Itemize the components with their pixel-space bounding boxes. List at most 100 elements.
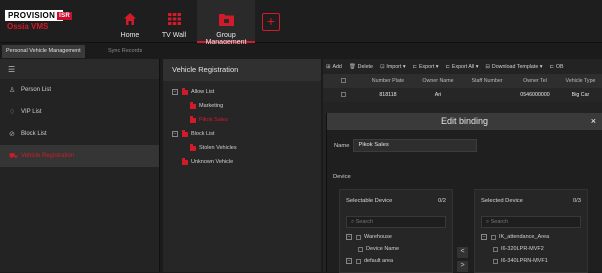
close-icon[interactable]: ×	[591, 113, 596, 130]
column-header[interactable]: Number Plate	[363, 78, 413, 84]
device-node-label: I6-320LPR-MVF2	[501, 246, 544, 252]
device-node-i6-340lprn[interactable]: I6-340LPRN-MVF1	[475, 255, 587, 267]
sidebar-item-block-list[interactable]: ⊘ Block List	[0, 123, 159, 145]
export-all-button[interactable]: ⊏ Export All ▾	[445, 64, 478, 70]
tree-node-label: Stolen Vehicles	[199, 145, 237, 151]
edit-binding-dialog: Edit binding × Name Pikok Sales Device S…	[326, 113, 602, 273]
tree-node-label: Marketing	[199, 103, 224, 109]
selectable-search-input[interactable]: ⌕ Search	[346, 216, 446, 228]
menu-icon[interactable]: ☰	[8, 65, 15, 74]
select-all-checkbox[interactable]	[323, 77, 363, 85]
tab-personal-vehicle-management[interactable]: Personal Vehicle Management	[2, 45, 85, 58]
tree-node-stolen-vehicles[interactable]: Stolen Vehicles	[163, 141, 321, 155]
selectable-device-box: Selectable Device 0/2 ⌕ Search − Warehou…	[339, 189, 453, 273]
add-module-button[interactable]: +	[262, 13, 280, 31]
export-icon: ⊏	[412, 63, 417, 70]
column-header[interactable]: Vehicle Type	[559, 78, 602, 84]
tree-title: Vehicle Registration	[163, 59, 321, 81]
selected-search-input[interactable]: ⌕ Search	[481, 216, 581, 228]
folder-icon	[190, 144, 196, 151]
export-button[interactable]: ⊏ Export ▾	[413, 64, 439, 70]
download-template-label: Download Template ▾	[491, 63, 543, 70]
ob-button[interactable]: ⊏ OB	[549, 64, 563, 70]
sidebar-item-person-list[interactable]: ♙ Person List	[0, 79, 159, 101]
collapse-icon[interactable]: −	[346, 258, 352, 264]
name-field[interactable]: Pikok Sales	[353, 139, 478, 152]
import-icon: ⊡	[379, 63, 385, 70]
device-checkbox[interactable]	[356, 258, 361, 264]
brand-name: PROVISION	[8, 11, 56, 20]
sidebar-item-vehicle-registration[interactable]: ⛟ Vehicle Registration	[0, 145, 159, 167]
collapse-icon[interactable]: −	[346, 234, 352, 240]
name-row: Name Pikok Sales	[334, 139, 478, 152]
delete-button[interactable]: 🗑 Delete	[349, 64, 373, 70]
tab-bar: Personal Vehicle Management Sync Records	[0, 44, 602, 59]
brand-logo: PROVISION ISR Ossia VMS	[5, 10, 73, 32]
nav-home[interactable]: Home	[110, 0, 150, 43]
tree-node-block-list[interactable]: − Block List	[163, 127, 321, 141]
column-header[interactable]: Owner Name	[413, 78, 463, 84]
add-button[interactable]: ⊞ Add	[326, 64, 342, 70]
sidebar-item-label: Vehicle Registration	[21, 153, 75, 159]
device-checkbox[interactable]	[491, 234, 496, 240]
sidebar-item-label: Block List	[21, 131, 47, 137]
device-node-default-area[interactable]: − default area	[340, 255, 452, 267]
nav-group-management[interactable]: Group Management	[197, 0, 255, 46]
device-node-label: default area	[364, 258, 394, 264]
table-row[interactable]: 818118 Ari 0546000000 Big Car	[323, 88, 602, 102]
sidebar-item-vip-list[interactable]: ♢ VIP List	[0, 101, 159, 123]
folder-icon	[190, 102, 196, 109]
device-checkbox[interactable]	[493, 258, 498, 264]
device-node-i6-320lpr[interactable]: I6-320LPR-MVF2	[475, 243, 587, 255]
ob-icon: ⊏	[549, 63, 554, 70]
nav-tv-wall-label: TV Wall	[161, 32, 187, 39]
tree-node-marketing[interactable]: Marketing	[163, 99, 321, 113]
folder-icon	[190, 116, 196, 123]
row-checkbox[interactable]	[323, 91, 363, 99]
nav-tv-wall[interactable]: TV Wall	[155, 0, 193, 43]
device-node-label: IK_attendance_Area	[499, 234, 550, 240]
export-all-label: Export All ▾	[451, 63, 479, 70]
sidebar: ☰ ♙ Person List ♢ VIP List ⊘ Block List …	[0, 59, 160, 272]
tab-sync-records[interactable]: Sync Records	[104, 45, 146, 58]
folder-icon	[182, 130, 188, 137]
device-node-ik-attendance-area[interactable]: − IK_attendance_Area	[475, 231, 587, 243]
column-header[interactable]: Staff Number	[463, 78, 511, 84]
device-node-device-name[interactable]: Device Name	[340, 243, 452, 255]
device-checkbox[interactable]	[356, 234, 361, 240]
device-label: Device	[333, 174, 351, 180]
device-node-label: Device Name	[366, 246, 400, 252]
import-button[interactable]: ⊡ Import ▾	[380, 64, 406, 70]
trash-icon: 🗑	[348, 63, 356, 70]
collapse-icon[interactable]: −	[172, 89, 178, 95]
tree-node-label: Block List	[191, 131, 215, 137]
tree-node-unknown-vehicle[interactable]: Unknown Vehicle	[163, 155, 321, 169]
column-header[interactable]: Owner Tel	[511, 78, 559, 84]
brand-subtitle: Ossia VMS	[7, 22, 49, 31]
move-right-button[interactable]: >	[457, 261, 468, 272]
device-checkbox[interactable]	[493, 246, 498, 252]
sidebar-item-label: VIP List	[21, 109, 42, 115]
car-icon: ⛟	[9, 152, 18, 160]
device-checkbox[interactable]	[358, 246, 363, 252]
collapse-icon[interactable]: −	[481, 234, 487, 240]
download-template-button[interactable]: ⊟ Download Template ▾	[485, 64, 542, 70]
search-placeholder: Search	[490, 219, 509, 225]
tree-node-allow-list[interactable]: − Allow List	[163, 85, 321, 99]
home-icon	[110, 8, 150, 30]
group-tree-panel: Vehicle Registration − Allow List Market…	[163, 59, 321, 272]
toolbar: ⊞ Add 🗑 Delete ⊡ Import ▾ ⊏ Export ▾ ⊏ Export…	[323, 59, 602, 74]
move-left-button[interactable]: <	[457, 247, 468, 258]
tree-node-pikok-sales[interactable]: Pikok Sales	[163, 113, 321, 127]
add-label: Add	[332, 63, 342, 70]
import-label: Import ▾	[386, 63, 406, 70]
top-bar: PROVISION ISR Ossia VMS Home TV Wall Grou…	[0, 0, 602, 46]
table-cell: 0546000000	[520, 92, 550, 98]
table-cell: 818118	[379, 92, 397, 98]
device-node-warehouse[interactable]: − Warehouse	[340, 231, 452, 243]
block-icon: ⊘	[9, 131, 15, 138]
add-icon: ⊞	[326, 63, 331, 70]
tree-node-label: Pikok Sales	[199, 117, 228, 123]
device-node-label: Warehouse	[364, 234, 392, 240]
collapse-icon[interactable]: −	[172, 131, 178, 137]
